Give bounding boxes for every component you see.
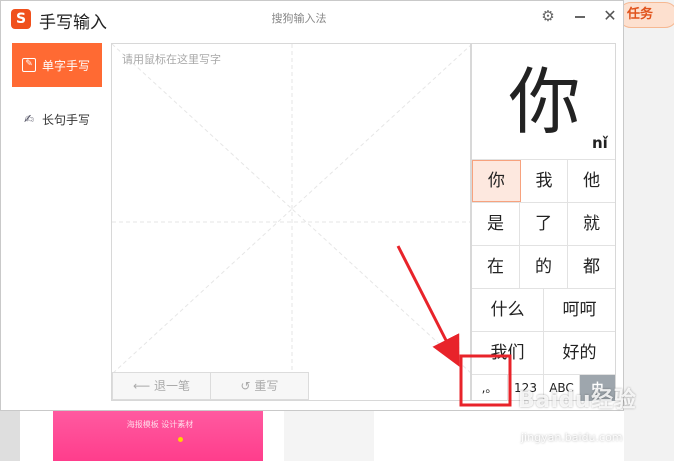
preview-character: 你 [508, 60, 581, 144]
baidu-watermark: Baidu经验 [518, 388, 637, 413]
candidate-cell[interactable]: 的 [520, 246, 568, 288]
background-gutter [0, 411, 20, 461]
candidate-row: 是 了 就 [472, 202, 615, 245]
minimize-icon[interactable] [571, 7, 589, 25]
background-banner: 海报模板 设计素材 [53, 411, 263, 461]
punctuation-mode-button[interactable]: ,。 [472, 375, 508, 401]
candidate-row: 在 的 都 [472, 245, 615, 288]
candidate-cell[interactable]: 呵呵 [544, 289, 615, 331]
undo-arrow-icon: ⟵ [132, 379, 154, 393]
candidate-panel: 你 nǐ 你 我 他 是 了 就 在 的 都 什么 呵呵 我们 好的 ,。 12… [471, 43, 616, 401]
sidebar-item-single-char[interactable]: ✎ 单字手写 [12, 43, 102, 87]
banner-text: 海报模板 设计素材 [126, 420, 194, 429]
gear-icon[interactable]: ⚙ [539, 7, 557, 25]
handwriting-window: S 手写输入 搜狗输入法 ⚙ ✕ ✎ 单字手写 ✍ 长句手写 请用鼠标在这里写字… [0, 0, 624, 411]
candidate-cell[interactable]: 是 [472, 203, 520, 245]
sidebar-item-sentence[interactable]: ✍ 长句手写 [12, 97, 102, 141]
candidate-cell[interactable]: 在 [472, 246, 520, 288]
candidate-cell[interactable]: 他 [568, 160, 615, 202]
candidate-grid: 你 我 他 是 了 就 在 的 都 什么 呵呵 我们 好的 [472, 159, 615, 374]
sidebar: ✎ 单字手写 ✍ 长句手写 [12, 43, 102, 141]
candidate-cell[interactable]: 你 [472, 160, 521, 202]
title-bar[interactable]: S 手写输入 搜狗输入法 ⚙ ✕ [1, 1, 623, 35]
single-char-icon: ✎ [22, 58, 36, 72]
sentence-icon: ✍ [23, 112, 35, 126]
preview-pinyin: nǐ [592, 134, 608, 152]
sidebar-item-label: 长句手写 [42, 112, 91, 127]
candidate-cell[interactable]: 好的 [544, 332, 615, 374]
baidu-watermark-url: jingyan.baidu.com [521, 431, 623, 444]
candidate-cell[interactable]: 我 [521, 160, 569, 202]
task-badge[interactable]: 任务 [618, 2, 674, 28]
rewrite-label: 重写 [254, 379, 279, 393]
rewrite-button[interactable]: ↺ 重写 [210, 372, 309, 400]
rewrite-icon: ↺ [240, 379, 255, 393]
sidebar-item-label: 单字手写 [42, 58, 91, 73]
canvas-guide-lines [112, 44, 470, 374]
candidate-cell[interactable]: 就 [568, 203, 615, 245]
candidate-cell[interactable]: 了 [520, 203, 568, 245]
undo-stroke-label: 退一笔 [154, 379, 191, 393]
candidate-cell[interactable]: 都 [568, 246, 615, 288]
handwriting-canvas[interactable]: 请用鼠标在这里写字 ⟵ 退一笔 ↺ 重写 [111, 43, 471, 401]
canvas-toolbar: ⟵ 退一笔 ↺ 重写 [112, 372, 470, 400]
banner-dot [178, 437, 183, 442]
candidate-cell[interactable]: 什么 [472, 289, 544, 331]
ime-name: 搜狗输入法 [271, 12, 327, 25]
candidate-row: 什么 呵呵 [472, 288, 615, 331]
canvas-placeholder: 请用鼠标在这里写字 [122, 53, 221, 66]
undo-stroke-button[interactable]: ⟵ 退一笔 [112, 372, 211, 400]
candidate-cell[interactable]: 我们 [472, 332, 544, 374]
background-panel [284, 411, 374, 461]
candidate-row: 你 我 他 [472, 159, 615, 202]
close-icon[interactable]: ✕ [600, 6, 620, 26]
candidate-row: 我们 好的 [472, 331, 615, 374]
